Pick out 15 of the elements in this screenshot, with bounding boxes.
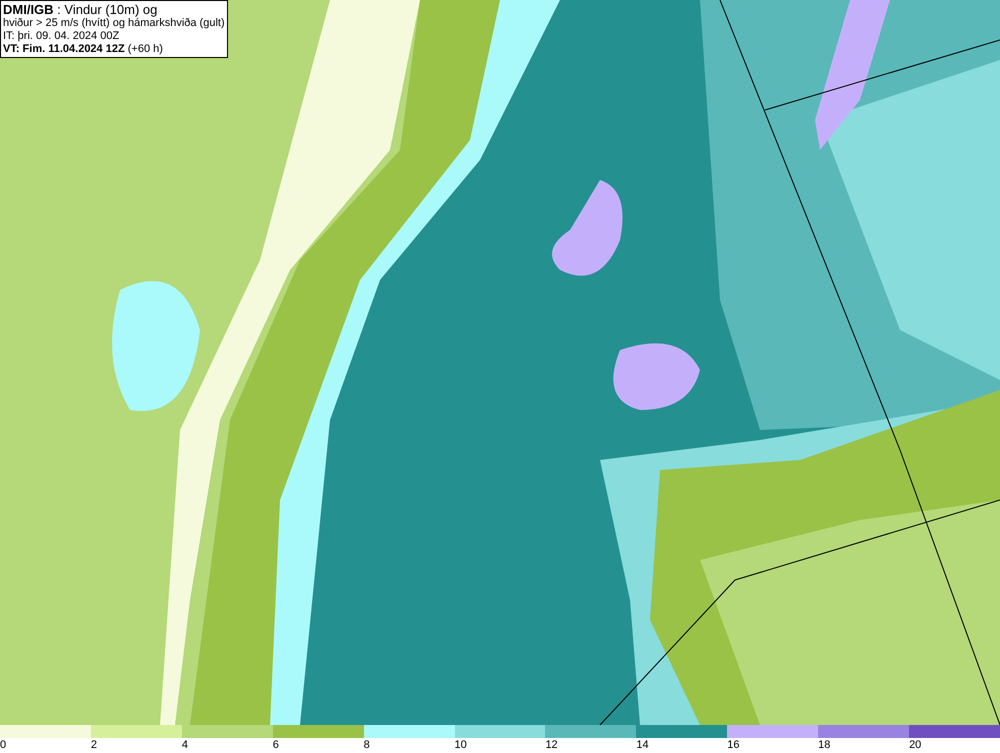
legend-label: 20 — [909, 738, 922, 753]
legend-label: 14 — [636, 738, 649, 753]
legend-label: 12 — [545, 738, 558, 753]
legend-label: 18 — [818, 738, 830, 753]
title-text: IT: þri. 09. 04. 2024 00Z — [3, 30, 120, 43]
title-text: DMI/IGB : Vindur (10m) og — [3, 2, 158, 17]
legend-label: 4 — [182, 738, 188, 753]
legend-label: 16 — [727, 738, 740, 753]
legend-label: 6 — [272, 738, 279, 753]
title-text: VT: Fim. 11.04.2024 12Z (+60 h) — [3, 43, 164, 56]
title-text: hviður > 25 m/s (hvítt) og hámarkshviða (gult) — [3, 17, 225, 30]
legend-label: 2 — [90, 738, 98, 753]
legend-label: 0 — [0, 738, 6, 753]
legend-label: 8 — [364, 738, 370, 753]
legend-label: 10 — [454, 738, 467, 753]
